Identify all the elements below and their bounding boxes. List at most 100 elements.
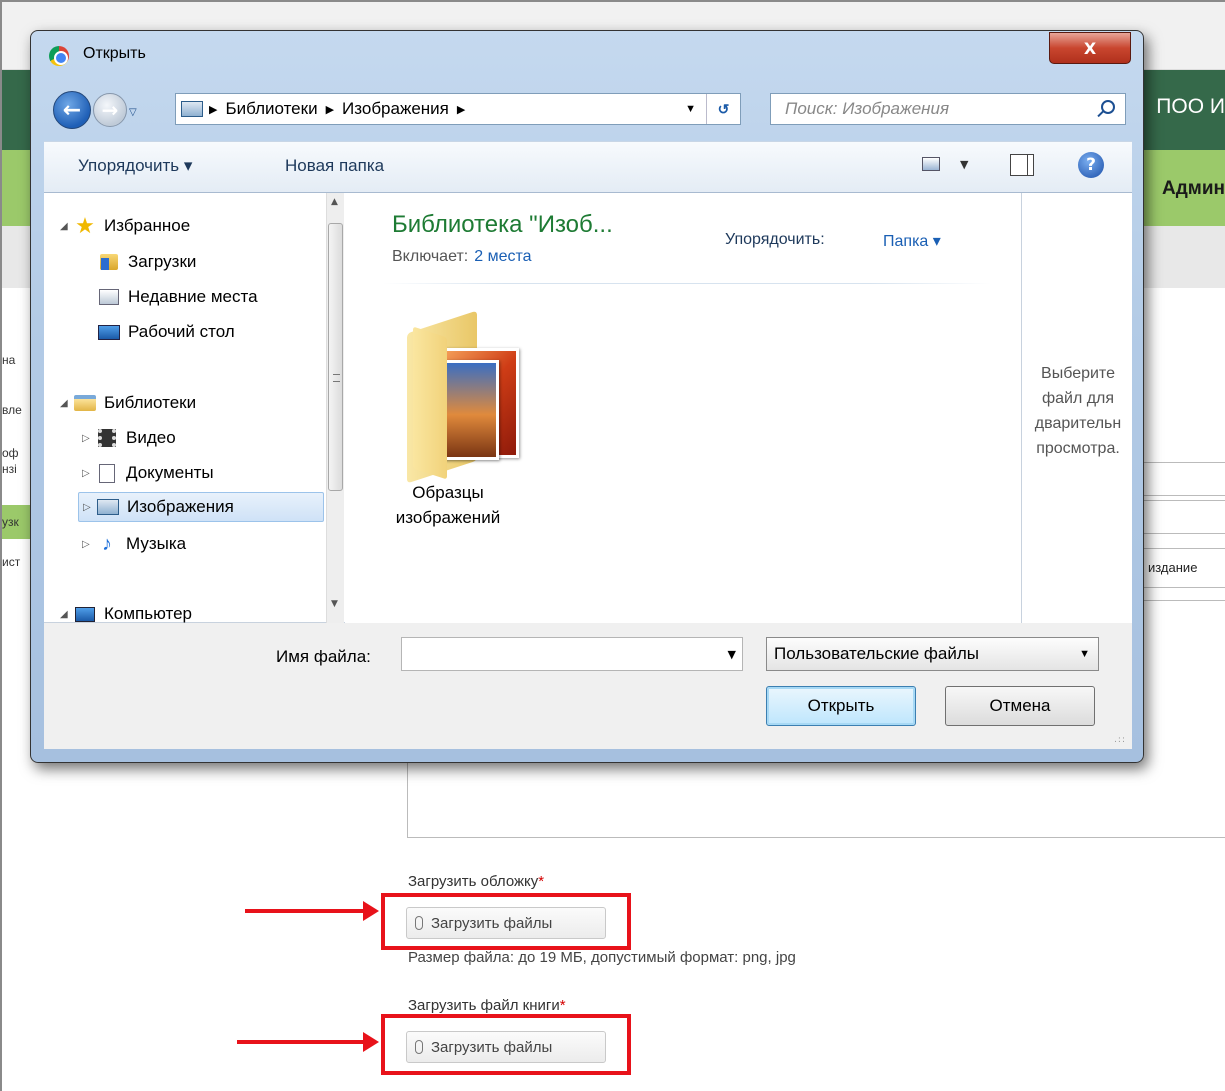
file-name-label: Имя файла: xyxy=(276,647,371,666)
expanded-triangle-icon[interactable]: ◢ xyxy=(60,398,72,409)
arrange-by-dropdown[interactable]: Папка ▾ xyxy=(883,231,941,251)
side-menu-item[interactable]: оф xyxy=(2,446,19,460)
scrollbar-thumb[interactable] xyxy=(328,223,343,491)
grip-icon xyxy=(333,374,340,382)
documents-icon xyxy=(99,463,115,483)
refresh-button[interactable]: ↺ xyxy=(706,94,740,124)
star-icon: ★ xyxy=(75,213,95,238)
tree-item-images[interactable]: ▷ Изображения xyxy=(78,492,324,522)
page: { "background": { "header_right_text": "… xyxy=(0,0,1225,1091)
tree-item-favorites[interactable]: ◢ ★ Избранное xyxy=(60,211,190,241)
library-title: Библиотека "Изоб... xyxy=(392,211,613,238)
computer-icon xyxy=(75,606,95,622)
nav-admin-link[interactable]: Админ xyxy=(1162,178,1225,200)
tree-item-libraries[interactable]: ◢ Библиотеки xyxy=(60,388,196,418)
breadcrumb-separator-icon[interactable]: ▶ xyxy=(209,103,217,116)
search-placeholder: Поиск: Изображения xyxy=(785,99,950,118)
breadcrumb-libraries[interactable]: Библиотеки xyxy=(225,99,317,119)
desktop-icon xyxy=(98,324,120,340)
chevron-down-icon[interactable]: ▼ xyxy=(728,648,736,661)
chrome-icon xyxy=(49,46,69,66)
sample-pictures-folder-icon[interactable] xyxy=(405,308,525,484)
dialog-footer: Имя файла: ▼ Пользовательские файлы ▼ От… xyxy=(44,623,1132,749)
tree-item-desktop[interactable]: Рабочий стол xyxy=(98,317,235,347)
new-folder-button[interactable]: Новая папка xyxy=(285,156,384,176)
downloads-folder-icon xyxy=(100,254,118,270)
form-input[interactable] xyxy=(1143,500,1225,534)
form-input[interactable] xyxy=(1143,462,1225,496)
sample-pictures-folder-label[interactable]: Образцы изображений xyxy=(373,480,523,530)
address-bar[interactable]: ▶ Библиотеки ▶ Изображения ▶ ▼ ↺ xyxy=(175,93,741,125)
preview-pane-icon[interactable] xyxy=(1010,154,1034,176)
view-mode-icon[interactable] xyxy=(922,157,940,171)
preview-message: Выберите файл для дварительн просмотра. xyxy=(1034,365,1122,457)
dialog-toolbar: Упорядочить ▾ Новая папка ▼ ? xyxy=(44,141,1132,193)
book-file-label: Загрузить файл книги* xyxy=(408,997,566,1014)
file-name-input[interactable]: ▼ xyxy=(401,637,743,671)
tree-item-downloads[interactable]: Загрузки xyxy=(98,247,196,277)
help-icon[interactable]: ? xyxy=(1078,152,1104,178)
divider xyxy=(383,283,991,284)
side-menu-item[interactable]: вле xyxy=(2,403,22,417)
dialog-body: ◢ ★ Избранное Загрузки Недавние места Ра… xyxy=(44,193,1132,623)
cover-label: Загрузить обложку* xyxy=(408,873,545,890)
tree-item-video[interactable]: ▷ Видео xyxy=(82,423,176,453)
file-size-hint: Размер файла: до 19 МБ, допустимый форма… xyxy=(408,949,796,966)
chevron-down-icon[interactable]: ▼ xyxy=(685,103,696,115)
recent-places-icon xyxy=(99,289,119,305)
side-menu-item[interactable]: нзі xyxy=(2,462,17,476)
side-menu-item[interactable]: на xyxy=(2,353,15,367)
close-button[interactable]: X xyxy=(1049,32,1131,64)
chevron-down-icon: ▼ xyxy=(1079,648,1090,660)
chevron-down-icon[interactable]: ▼ xyxy=(960,158,968,171)
red-arrow-icon xyxy=(245,901,379,921)
highlight-box-cover xyxy=(381,893,631,950)
collapsed-triangle-icon[interactable]: ▷ xyxy=(82,539,94,550)
recent-pages-dropdown[interactable]: ▽ xyxy=(129,107,137,118)
library-includes: Включает: 2 места xyxy=(392,248,532,265)
arrow-left-icon: ← xyxy=(62,97,82,123)
organize-button[interactable]: Упорядочить ▾ xyxy=(78,156,192,176)
dialog-title: Открыть xyxy=(83,45,146,62)
file-type-select[interactable]: Пользовательские файлы ▼ xyxy=(766,637,1099,671)
forward-button[interactable]: → xyxy=(93,93,127,127)
file-list: Библиотека "Изоб... Включает: 2 места Упо… xyxy=(345,193,1021,623)
expanded-triangle-icon[interactable]: ◢ xyxy=(60,221,72,232)
site-header-title: ПОО И xyxy=(1156,95,1225,118)
tree-item-music[interactable]: ▷ ♪ Музыка xyxy=(82,529,186,559)
locations-link[interactable]: 2 места xyxy=(474,248,531,265)
edition-select-value: издание xyxy=(1148,560,1198,575)
scroll-up-icon[interactable]: ▲ xyxy=(331,197,338,207)
breadcrumb-images[interactable]: Изображения xyxy=(342,99,449,119)
tree-item-recent-places[interactable]: Недавние места xyxy=(98,282,258,312)
breadcrumb-separator-icon[interactable]: ▶ xyxy=(457,103,465,116)
open-button[interactable]: Открыть xyxy=(766,686,916,726)
search-input[interactable]: Поиск: Изображения xyxy=(770,93,1126,125)
highlight-box-book xyxy=(381,1014,631,1075)
collapsed-triangle-icon[interactable]: ▷ xyxy=(83,502,95,513)
side-menu-item[interactable]: ист xyxy=(2,555,20,569)
search-icon[interactable] xyxy=(1101,100,1115,114)
preview-pane: Выберите файл для дварительн просмотра. xyxy=(1021,193,1132,623)
tree-item-documents[interactable]: ▷ Документы xyxy=(82,458,214,488)
arrange-by-label: Упорядочить: xyxy=(725,231,825,248)
tree-scrollbar[interactable]: ▲ ▼ xyxy=(326,193,344,623)
libraries-icon xyxy=(74,395,96,411)
navigation-tree: ◢ ★ Избранное Загрузки Недавние места Ра… xyxy=(44,193,326,623)
collapsed-triangle-icon[interactable]: ▷ xyxy=(82,468,94,479)
resize-grip-icon[interactable]: .:: xyxy=(1114,735,1126,745)
scroll-down-icon[interactable]: ▼ xyxy=(331,599,338,609)
images-library-icon xyxy=(181,101,203,117)
tree-item-computer[interactable]: ◢ Компьютер xyxy=(60,599,192,623)
open-file-dialog: Открыть X ← → ▽ ▶ Библиотеки ▶ Изображен… xyxy=(30,30,1144,763)
breadcrumb-separator-icon[interactable]: ▶ xyxy=(326,103,334,116)
arrow-right-icon: → xyxy=(101,98,119,122)
expanded-triangle-icon[interactable]: ◢ xyxy=(60,609,72,620)
red-arrow-icon xyxy=(237,1032,379,1052)
images-library-icon xyxy=(97,499,119,515)
back-button[interactable]: ← xyxy=(53,91,91,129)
video-icon xyxy=(98,429,116,447)
cancel-button[interactable]: Отмена xyxy=(945,686,1095,726)
collapsed-triangle-icon[interactable]: ▷ xyxy=(82,433,94,444)
music-icon: ♪ xyxy=(102,532,112,555)
